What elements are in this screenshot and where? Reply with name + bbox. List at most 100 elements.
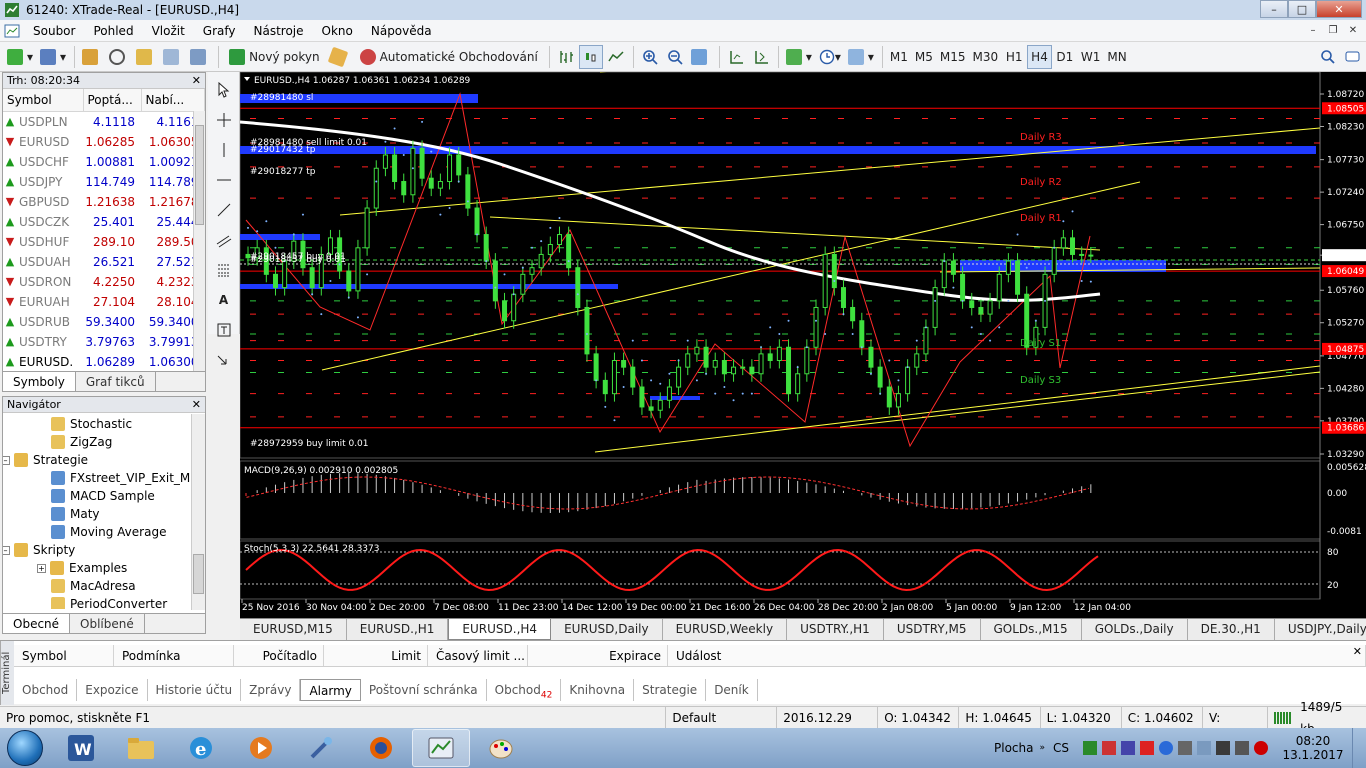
market-watch-button[interactable] <box>79 45 105 69</box>
tray-arrows-icon[interactable]: » <box>1039 743 1045 753</box>
navigator-item[interactable]: FXstreet_VIP_Exit_Mar <box>3 469 205 487</box>
mdi-restore-button[interactable]: ❐ <box>1324 22 1342 38</box>
navigator-scrollbar[interactable] <box>191 414 205 610</box>
menu-okno[interactable]: Okno <box>313 20 362 42</box>
column-symbol[interactable]: Symbol <box>3 89 84 112</box>
navigator-item[interactable]: MacAdresa <box>3 577 205 595</box>
chart-canvas[interactable]: 1.087201.082301.077301.072401.067501.062… <box>239 51 1366 618</box>
column-expirace[interactable]: Expirace <box>528 645 668 666</box>
text-tool[interactable]: A <box>208 288 239 312</box>
tree-expander-icon[interactable]: – <box>3 545 10 555</box>
taskbar-xtrade[interactable] <box>412 729 470 767</box>
tray-pdf-icon[interactable] <box>1140 741 1154 755</box>
tray-windows-icon[interactable] <box>1083 741 1097 755</box>
tab-symboly[interactable]: Symboly <box>3 372 76 391</box>
tab-obecne[interactable]: Obecné <box>3 614 71 633</box>
terminal-tab[interactable]: Deník <box>706 679 758 701</box>
chart-tab[interactable]: EURUSD,Daily <box>551 619 663 640</box>
tab-oblibene[interactable]: Oblíbené <box>70 614 145 633</box>
chart-tab[interactable]: GOLDs.,M15 <box>981 619 1082 640</box>
terminal-tab[interactable]: Alarmy <box>300 679 361 701</box>
navigator-item[interactable]: + Examples <box>3 559 205 577</box>
column-bid[interactable]: Poptá... <box>83 89 142 112</box>
market-watch-row[interactable]: ▲ USDUAH 26.521 27.521 <box>3 252 205 272</box>
price-chart[interactable]: 1.087201.082301.077301.072401.067501.062… <box>239 51 1366 618</box>
navigator-item[interactable]: – Skripty <box>3 541 205 559</box>
navigator-button[interactable] <box>133 45 159 69</box>
zoom-out-button[interactable] <box>663 45 687 69</box>
column-symbol[interactable]: Symbol <box>14 645 114 666</box>
mdi-close-button[interactable]: ✕ <box>1344 22 1362 38</box>
candlestick-button[interactable] <box>578 44 603 69</box>
taskbar-word[interactable]: W <box>52 729 110 767</box>
navigator-item[interactable]: ZigZag <box>3 433 205 451</box>
new-order-button[interactable]: Nový pokyn <box>223 45 326 69</box>
status-profile[interactable]: Default <box>666 706 778 729</box>
close-icon[interactable]: ✕ <box>192 73 201 89</box>
language-indicator[interactable]: CS <box>1053 741 1069 755</box>
chart-tab[interactable]: GOLDs.,Daily <box>1082 619 1188 640</box>
maximize-button[interactable]: □ <box>1288 0 1316 18</box>
taskbar-ie[interactable]: e <box>172 729 230 767</box>
symbol-cell[interactable]: ▲ USDUAH <box>3 252 83 272</box>
scrollbar-thumb[interactable] <box>195 125 204 225</box>
trendline-tool[interactable] <box>208 198 239 222</box>
horizontal-line-tool[interactable] <box>208 168 239 192</box>
new-chart-button[interactable]: ▾ <box>4 45 36 69</box>
cursor-tool[interactable] <box>208 78 239 102</box>
symbol-cell[interactable]: ▲ USDPLN <box>3 112 83 132</box>
period-m5-button[interactable]: M5 <box>912 45 936 69</box>
chart-tab[interactable]: DE.30.,H1 <box>1188 619 1275 640</box>
market-watch-row[interactable]: ▲ USDJPY 114.749 114.789 <box>3 172 205 192</box>
symbol-cell[interactable]: ▲ EURUSD. <box>3 352 83 372</box>
terminal-tab[interactable]: Zprávy <box>241 679 301 701</box>
column-podminka[interactable]: Podmínka <box>114 645 234 666</box>
terminal-tab[interactable]: Knihovna <box>561 679 635 701</box>
periods-button[interactable]: ▾ <box>816 45 844 69</box>
minimize-button[interactable]: – <box>1260 0 1288 18</box>
column-ask[interactable]: Nabí... <box>141 89 205 112</box>
tester-button[interactable] <box>187 45 213 69</box>
market-watch-row[interactable]: ▲ USDPLN 4.1118 4.1161 <box>3 111 205 132</box>
market-watch-row[interactable]: ▲ USDCHF 1.00881 1.00921 <box>3 152 205 172</box>
tray-battery-icon[interactable] <box>1216 741 1230 755</box>
fibonacci-tool[interactable] <box>208 258 239 282</box>
symbol-cell[interactable]: ▲ USDCZK <box>3 212 83 232</box>
symbol-cell[interactable]: ▼ GBPUSD <box>3 192 83 212</box>
chat-button[interactable] <box>1341 45 1365 69</box>
tray-app-icon[interactable] <box>1121 741 1135 755</box>
terminal-tab[interactable]: Poštovní schránka <box>361 679 487 701</box>
terminal-button[interactable] <box>160 45 186 69</box>
column-udalost[interactable]: Událost <box>668 645 1366 666</box>
crosshair-tool[interactable] <box>208 108 239 132</box>
market-watch-row[interactable]: ▼ EURUSD 1.06285 1.06305 <box>3 132 205 152</box>
navigator-item[interactable]: Moving Average <box>3 523 205 541</box>
data-window-button[interactable] <box>106 45 132 69</box>
taskbar-app-5[interactable] <box>292 729 350 767</box>
clock[interactable]: 08:20 13.1.2017 <box>1278 734 1348 762</box>
navigator-item[interactable]: – Strategie <box>3 451 205 469</box>
period-m30-button[interactable]: M30 <box>970 45 1002 69</box>
desktop-toolbar-label[interactable]: Plocha <box>994 741 1033 755</box>
menu-grafy[interactable]: Grafy <box>194 20 245 42</box>
close-icon[interactable]: ✕ <box>192 397 201 413</box>
metaeditor-button[interactable] <box>327 45 353 69</box>
close-button[interactable]: ✕ <box>1316 0 1362 18</box>
taskbar-paint[interactable] <box>472 729 530 767</box>
tree-expander-icon[interactable]: + <box>37 563 46 573</box>
market-watch-row[interactable]: ▲ USDRUB 59.3400 59.3400 <box>3 312 205 332</box>
period-h1-button[interactable]: H1 <box>1002 45 1026 69</box>
symbol-cell[interactable]: ▲ USDJPY <box>3 172 83 192</box>
tree-expander-icon[interactable]: – <box>3 455 10 465</box>
arrows-tool[interactable] <box>208 348 239 372</box>
period-m15-button[interactable]: M15 <box>937 45 969 69</box>
templates-button[interactable]: ▾ <box>845 45 877 69</box>
navigator-item[interactable]: MACD Sample <box>3 487 205 505</box>
market-watch-row[interactable]: ▲ USDCZK 25.401 25.444 <box>3 212 205 232</box>
channel-tool[interactable] <box>208 228 239 252</box>
tray-usb-icon[interactable] <box>1178 741 1192 755</box>
line-chart-button[interactable] <box>604 45 628 69</box>
scrollbar-thumb[interactable] <box>193 554 204 594</box>
menu-pohled[interactable]: Pohled <box>84 20 142 42</box>
column-pocitadlo[interactable]: Počítadlo <box>234 645 324 666</box>
